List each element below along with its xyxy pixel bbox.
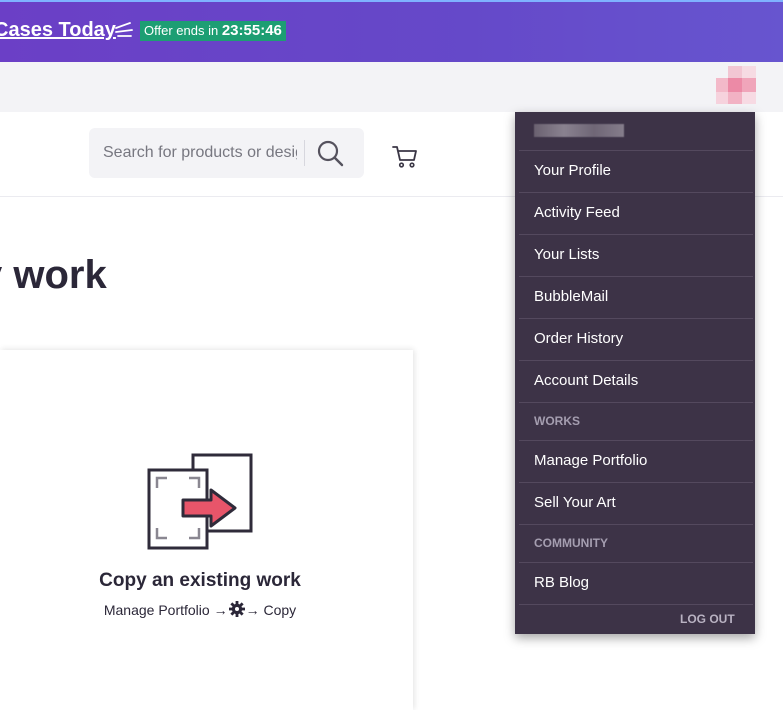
search-input[interactable] xyxy=(103,141,297,165)
search-divider xyxy=(304,140,305,166)
dropdown-divider xyxy=(519,604,753,605)
card-hint-start: Manage Portfolio → xyxy=(103,602,228,618)
card-hint-end: → Copy xyxy=(245,602,297,618)
card-hint: Manage Portfolio → → Copy xyxy=(0,600,400,618)
account-strip xyxy=(0,62,783,112)
menu-item-bubblemail[interactable]: BubbleMail xyxy=(534,288,608,305)
menu-item-sell-your-art[interactable]: Sell Your Art xyxy=(534,494,616,511)
card-title: Copy an existing work xyxy=(99,570,301,591)
menu-item-your-profile[interactable]: Your Profile xyxy=(534,162,611,179)
dropdown-divider xyxy=(519,234,753,235)
offer-timer-badge: Offer ends in 23:55:46 xyxy=(140,21,286,41)
dropdown-divider xyxy=(519,276,753,277)
dropdown-divider xyxy=(519,192,753,193)
menu-item-order-history[interactable]: Order History xyxy=(534,330,623,347)
logout-link[interactable]: LOG OUT xyxy=(680,612,735,626)
cart-icon[interactable] xyxy=(391,142,419,170)
offer-timer-label: Offer ends in xyxy=(144,23,219,38)
dropdown-divider xyxy=(519,482,753,483)
search-bar xyxy=(89,128,364,178)
menu-item-your-lists[interactable]: Your Lists xyxy=(534,246,599,263)
menu-item-rb-blog[interactable]: RB Blog xyxy=(534,574,589,591)
dropdown-divider xyxy=(519,402,753,403)
gear-icon xyxy=(228,601,245,617)
dropdown-divider xyxy=(519,524,753,525)
sparkle-icon xyxy=(115,22,133,37)
menu-item-activity-feed[interactable]: Activity Feed xyxy=(534,204,620,221)
dropdown-divider xyxy=(519,440,753,441)
dropdown-username-redacted xyxy=(534,124,624,137)
page-title: y work xyxy=(0,253,107,297)
dropdown-divider xyxy=(519,562,753,563)
copy-work-icon xyxy=(147,453,253,550)
avatar[interactable] xyxy=(716,66,756,106)
menu-section-works: WORKS xyxy=(534,414,580,428)
search-icon[interactable] xyxy=(315,138,345,168)
offer-timer-value: 23:55:46 xyxy=(221,22,282,39)
dropdown-divider xyxy=(519,360,753,361)
dropdown-divider xyxy=(519,150,753,151)
dropdown-divider xyxy=(519,318,753,319)
menu-item-manage-portfolio[interactable]: Manage Portfolio xyxy=(534,452,647,469)
promo-link[interactable]: Cases Today xyxy=(0,19,116,42)
menu-item-account-details[interactable]: Account Details xyxy=(534,372,638,389)
menu-section-community: COMMUNITY xyxy=(534,536,608,550)
